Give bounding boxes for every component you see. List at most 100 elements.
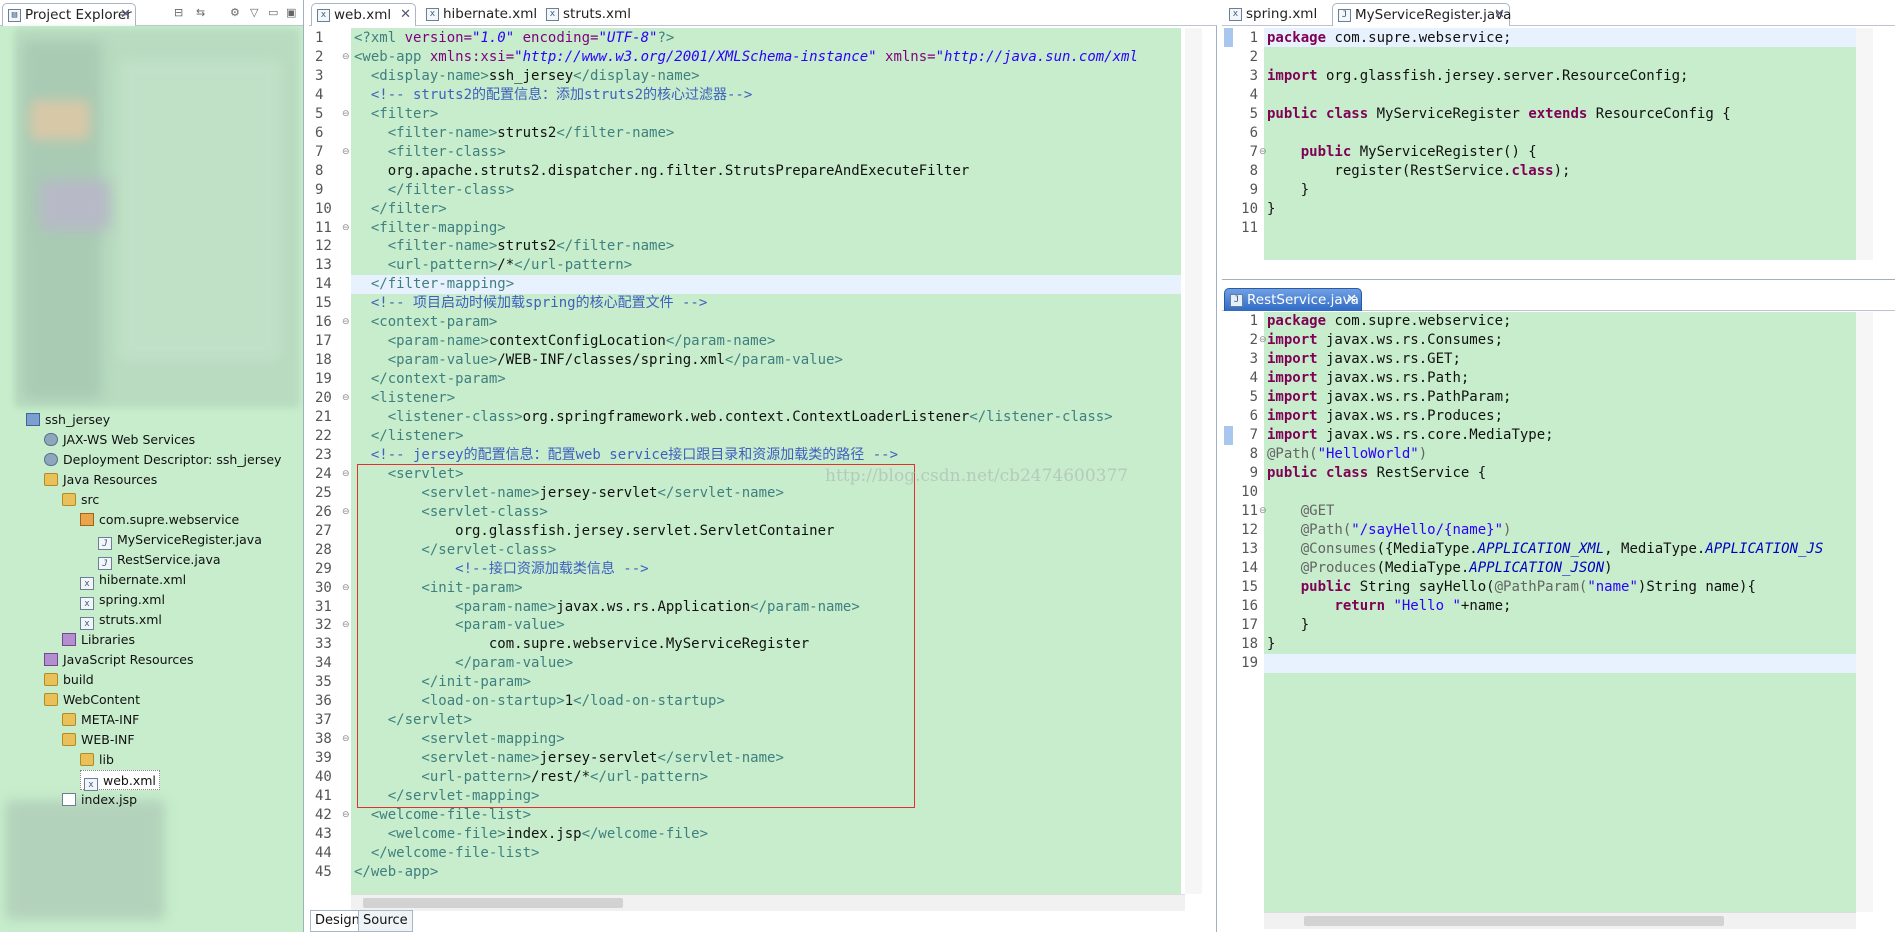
tree-item[interactable]: x spring.xml — [80, 590, 165, 610]
fold-toggle-icon[interactable]: ⊖ — [342, 48, 350, 67]
tree-item[interactable]: Deployment Descriptor: ssh_jersey — [44, 450, 281, 470]
code-line[interactable]: import javax.ws.rs.Produces; — [1267, 407, 1855, 426]
fold-toggle-icon[interactable]: ⊖ — [342, 313, 350, 332]
code-line[interactable]: </filter-class> — [354, 181, 1180, 200]
tree-item[interactable]: J RestService.java — [98, 550, 221, 570]
code-line[interactable]: @Path("HelloWorld") — [1267, 445, 1855, 464]
maximize-icon[interactable]: ▣ — [286, 6, 296, 19]
close-icon[interactable]: ✕ — [120, 4, 131, 26]
tree-item[interactable]: JavaScript Resources — [44, 650, 193, 670]
code-line[interactable]: <context-param> — [354, 313, 1180, 332]
fold-toggle-icon[interactable]: ⊖ — [342, 105, 350, 124]
tree-item[interactable]: x struts.xml — [80, 610, 162, 630]
fold-toggle-icon[interactable]: ⊖ — [1259, 502, 1267, 521]
code-line[interactable] — [1267, 124, 1855, 143]
code-line[interactable] — [1267, 48, 1855, 67]
code-line[interactable]: package com.supre.webservice; — [1267, 312, 1855, 331]
tree-item[interactable]: JAX-WS Web Services — [44, 430, 195, 450]
tree-item[interactable]: Java Resources — [44, 470, 157, 490]
editor-tab[interactable]: J MyServiceRegister.java ✕ — [1332, 3, 1511, 26]
editor-tab[interactable]: x hibernate.xml — [421, 3, 537, 26]
tree-item[interactable]: com.supre.webservice — [80, 510, 239, 530]
code-line[interactable]: <!-- struts2的配置信息：添加struts2的核心过滤器--> — [354, 86, 1180, 105]
fold-toggle-icon[interactable]: ⊖ — [342, 579, 350, 598]
close-icon[interactable]: ✕ — [1494, 4, 1505, 26]
code-line[interactable]: <listener> — [354, 389, 1180, 408]
fold-toggle-icon[interactable]: ⊖ — [342, 503, 350, 522]
tree-item[interactable]: index.jsp — [62, 790, 137, 810]
code-line[interactable]: <filter-name>struts2</filter-name> — [354, 237, 1180, 256]
code-line[interactable]: import javax.ws.rs.core.MediaType; — [1267, 426, 1855, 445]
code-line[interactable]: <web-app xmlns:xsi="http://www.w3.org/20… — [354, 48, 1180, 67]
code-line[interactable]: @Produces(MediaType.APPLICATION_JSON) — [1267, 559, 1855, 578]
fold-toggle-icon[interactable]: ⊖ — [342, 465, 350, 484]
tree-item[interactable]: ssh_jersey — [26, 410, 110, 430]
rest-vertical-scrollbar[interactable] — [1856, 312, 1873, 912]
tree-item[interactable]: x hibernate.xml — [80, 570, 186, 590]
link-editor-icon[interactable]: ⇆ — [196, 6, 205, 19]
scroll-thumb[interactable] — [1304, 916, 1724, 926]
scroll-thumb[interactable] — [363, 898, 623, 908]
webxml-vertical-scrollbar[interactable] — [1185, 28, 1202, 894]
code-line[interactable]: register(RestService.class); — [1267, 162, 1855, 181]
code-line[interactable] — [1267, 86, 1855, 105]
bottom-tab-design[interactable]: Design — [310, 910, 365, 932]
tab-project-explorer[interactable]: ▤ Project Explorer ✕ — [2, 3, 136, 26]
editor-tab[interactable]: J RestService.java ✕ — [1224, 288, 1362, 311]
tree-item[interactable]: WebContent — [44, 690, 140, 710]
editor-tab[interactable]: x web.xml ✕ — [311, 3, 416, 26]
code-line[interactable]: <filter> — [354, 105, 1180, 124]
close-icon[interactable]: ✕ — [1346, 289, 1357, 311]
code-line[interactable]: import org.glassfish.jersey.server.Resou… — [1267, 67, 1855, 86]
code-line[interactable]: </listener> — [354, 427, 1180, 446]
code-line[interactable]: <filter-class> — [354, 143, 1180, 162]
tree-item[interactable]: Libraries — [62, 630, 135, 650]
code-line[interactable]: <display-name>ssh_jersey</display-name> — [354, 67, 1180, 86]
tree-item[interactable]: J MyServiceRegister.java — [98, 530, 262, 550]
code-line[interactable]: } — [1267, 181, 1855, 200]
code-line[interactable]: <?xml version="1.0" encoding="UTF-8"?> — [354, 29, 1180, 48]
code-line[interactable]: @Consumes({MediaType.APPLICATION_XML, Me… — [1267, 540, 1855, 559]
code-line[interactable] — [1267, 654, 1855, 673]
code-line[interactable] — [1267, 483, 1855, 502]
tree-item[interactable]: x web.xml — [80, 770, 160, 791]
fold-toggle-icon[interactable]: ⊖ — [1259, 143, 1267, 162]
msr-vertical-scrollbar[interactable] — [1856, 28, 1873, 260]
code-line[interactable]: <!-- 项目启动时候加载spring的核心配置文件 --> — [354, 294, 1180, 313]
view-menu-icon[interactable]: ⚙ — [230, 6, 240, 19]
code-line[interactable] — [1267, 219, 1855, 238]
code-line[interactable]: return "Hello "+name; — [1267, 597, 1855, 616]
code-line[interactable]: public MyServiceRegister() { — [1267, 143, 1855, 162]
code-line[interactable]: <welcome-file>index.jsp</welcome-file> — [354, 825, 1180, 844]
code-line[interactable]: public class RestService { — [1267, 464, 1855, 483]
code-line[interactable]: } — [1267, 616, 1855, 635]
fold-toggle-icon[interactable]: ⊖ — [342, 143, 350, 162]
code-line[interactable]: <welcome-file-list> — [354, 806, 1180, 825]
tree-item[interactable]: META-INF — [62, 710, 139, 730]
code-line[interactable]: @GET — [1267, 502, 1855, 521]
code-line[interactable]: </welcome-file-list> — [354, 844, 1180, 863]
chevron-down-icon[interactable]: ▽ — [250, 6, 258, 19]
fold-toggle-icon[interactable]: ⊖ — [342, 730, 350, 749]
code-line[interactable]: </filter> — [354, 200, 1180, 219]
minimize-icon[interactable]: ▭ — [268, 6, 278, 19]
code-line[interactable]: </context-param> — [354, 370, 1180, 389]
fold-toggle-icon[interactable]: ⊖ — [1259, 331, 1267, 350]
editor-tab[interactable]: x spring.xml — [1224, 3, 1326, 26]
bottom-tab-source[interactable]: Source — [358, 910, 413, 932]
collapse-all-icon[interactable]: ⊟ — [174, 6, 183, 19]
code-line[interactable]: import javax.ws.rs.GET; — [1267, 350, 1855, 369]
fold-toggle-icon[interactable]: ⊖ — [342, 806, 350, 825]
close-icon[interactable]: ✕ — [400, 4, 411, 26]
code-line[interactable]: import javax.ws.rs.PathParam; — [1267, 388, 1855, 407]
code-line[interactable]: <!-- jersey的配置信息：配置web service接口跟目录和资源加载… — [354, 446, 1180, 465]
code-line[interactable]: package com.supre.webservice; — [1267, 29, 1855, 48]
fold-toggle-icon[interactable]: ⊖ — [342, 389, 350, 408]
fold-toggle-icon[interactable]: ⊖ — [342, 219, 350, 238]
code-line[interactable]: org.apache.struts2.dispatcher.ng.filter.… — [354, 162, 1180, 181]
code-line[interactable]: import javax.ws.rs.Consumes; — [1267, 331, 1855, 350]
code-line[interactable]: <listener-class>org.springframework.web.… — [354, 408, 1180, 427]
code-line[interactable]: <filter-mapping> — [354, 219, 1180, 238]
tree-item[interactable]: lib — [80, 750, 114, 770]
code-line[interactable]: import javax.ws.rs.Path; — [1267, 369, 1855, 388]
